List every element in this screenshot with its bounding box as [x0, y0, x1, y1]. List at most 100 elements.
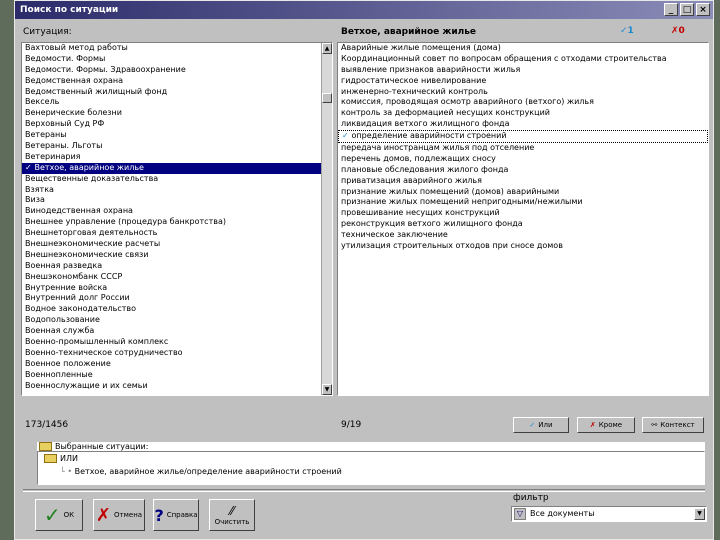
subsituation-list-item[interactable]: ✓ определение аварийности строений [338, 130, 708, 144]
situation-list[interactable]: Вахтовый метод работы Ведомости. Формы Вед… [21, 42, 333, 396]
situation-list-item[interactable]: Виза [22, 195, 321, 206]
subsituation-list[interactable]: Аварийные жилые помещения (дома) Координа… [337, 42, 709, 396]
situation-list-item-label: Водное законодательство [25, 304, 137, 314]
situation-list-item-label: Вещественные доказательства [25, 173, 159, 183]
situation-list-item[interactable]: Винодедственная охрана [22, 206, 321, 217]
subsituation-list-item-label: реконструкция ветхого жилищного фонда [341, 219, 523, 229]
situation-list-item[interactable]: Ветераны. Льготы [22, 141, 321, 152]
situation-list-item-label: Внешэкономбанк СССР [25, 271, 123, 281]
excluded-count[interactable]: ✗0 [671, 26, 685, 36]
situation-list-item[interactable]: Венерические болезни [22, 108, 321, 119]
chevron-down-icon[interactable]: ▼ [694, 508, 705, 520]
filter-select[interactable]: ▽ Все документы ▼ [511, 506, 707, 522]
title-bar[interactable]: Поиск по ситуации _ □ × [15, 1, 713, 19]
subsituation-list-item[interactable]: Аварийные жилые помещения (дома) [338, 43, 708, 54]
situation-list-item[interactable]: Внешнеэкономические связи [22, 250, 321, 261]
check-icon: ✓ [529, 421, 536, 429]
situation-list-item[interactable]: Ветераны [22, 130, 321, 141]
situation-list-item[interactable]: Ведомости. Формы. Здравоохранение [22, 65, 321, 76]
situation-list-item-label: Военная разведка [25, 260, 103, 270]
situation-list-item[interactable]: Вексель [22, 97, 321, 108]
situation-list-item[interactable]: Ведомственная охрана [22, 76, 321, 87]
subsituation-list-item[interactable]: приватизация аварийного жилья [338, 176, 708, 187]
subsituation-list-item-label: ликвидация ветхого жилищного фонда [341, 119, 510, 129]
situation-list-item[interactable]: Ведомственный жилищный фонд [22, 87, 321, 98]
folder-icon [44, 454, 57, 463]
subsituation-list-item[interactable]: реконструкция ветхого жилищного фонда [338, 219, 708, 230]
or-button[interactable]: ✓ Или [513, 417, 569, 433]
clear-button[interactable]: ⁄⁄ Очистить [209, 499, 255, 531]
subsituation-list-item[interactable]: признание жилых помещений (домов) аварий… [338, 187, 708, 198]
situation-list-item[interactable]: Внешнеторговая деятельность [22, 228, 321, 239]
or-node[interactable]: ИЛИ [44, 454, 78, 463]
situation-list-item[interactable]: Военнопленные [22, 370, 321, 381]
situation-list-item[interactable]: Водное законодательство [22, 304, 321, 315]
checked-count[interactable]: ✓1 [620, 26, 634, 36]
situation-list-item[interactable]: Военно-техническое сотрудничество [22, 348, 321, 359]
subsituation-list-item[interactable]: инженерно-технический контроль [338, 87, 708, 98]
situation-list-item-label: Верховный Суд РФ [25, 119, 105, 129]
selected-entry[interactable]: └ • Ветхое, аварийное жилье/определение … [60, 467, 342, 476]
subsituation-list-item[interactable]: плановые обследования жилого фонда [338, 165, 708, 176]
cross-icon: ✗ [671, 26, 679, 36]
subsituation-list-item[interactable]: провешивание несущих конструкций [338, 208, 708, 219]
situation-list-item[interactable]: Взятка [22, 185, 321, 196]
situation-list-scrollbar[interactable]: ▲ ▼ [321, 43, 332, 395]
maximize-button[interactable]: □ [680, 3, 694, 16]
subsituation-list-item[interactable]: ликвидация ветхого жилищного фонда [338, 119, 708, 130]
window-title: Поиск по ситуации [20, 5, 119, 15]
context-button[interactable]: ⚯ Контекст [642, 417, 704, 433]
situation-list-item-label: Вахтовый метод работы [25, 43, 128, 52]
help-button[interactable]: ? Справка [153, 499, 199, 531]
subsituation-list-item[interactable]: техническое заключение [338, 230, 708, 241]
situation-list-item[interactable]: Вещественные доказательства [22, 174, 321, 185]
scroll-up-arrow[interactable]: ▲ [322, 43, 332, 54]
situation-list-item-label: Военнопленные [25, 369, 93, 379]
subsituation-list-item[interactable]: передача иностранцам жилья под отселение [338, 143, 708, 154]
subsituation-list-item[interactable]: комиссия, проводящая осмотр аварийного (… [338, 97, 708, 108]
scroll-down-arrow[interactable]: ▼ [322, 384, 332, 395]
eraser-icon: ⁄⁄ [229, 504, 234, 518]
situation-list-item[interactable]: ✓ Ветхое, аварийное жилье [22, 162, 321, 174]
cancel-button[interactable]: ✗ Отмена [93, 499, 145, 531]
subsituation-list-item[interactable]: гидростатическое нивелирование [338, 76, 708, 87]
except-button[interactable]: ✗ Кроме [577, 417, 635, 433]
situation-list-item[interactable]: Ветеринария [22, 152, 321, 163]
situation-list-item[interactable]: Внешэкономбанк СССР [22, 272, 321, 283]
filter-funnel-icon: ▽ [514, 508, 526, 520]
situation-list-item[interactable]: Внешнее управление (процедура банкротств… [22, 217, 321, 228]
subsituation-list-item[interactable]: контроль за деформацией несущих конструк… [338, 108, 708, 119]
situation-list-item-label: Водопользование [25, 315, 100, 325]
subsituation-list-item[interactable]: утилизация строительных отходов при снос… [338, 241, 708, 252]
situation-list-item-label: Внешнее управление (процедура банкротств… [25, 217, 226, 227]
situation-list-item[interactable]: Внутренние войска [22, 283, 321, 294]
situation-list-item[interactable]: Военная разведка [22, 261, 321, 272]
situation-list-item[interactable]: Ведомости. Формы [22, 54, 321, 65]
subsituation-list-item[interactable]: Координационный совет по вопросам обраще… [338, 54, 708, 65]
situation-list-item[interactable]: Верховный Суд РФ [22, 119, 321, 130]
subsituation-list-item[interactable]: перечень домов, подлежащих сносу [338, 154, 708, 165]
situation-list-item[interactable]: Военная служба [22, 326, 321, 337]
subsituation-list-item-label: инженерно-технический контроль [341, 86, 488, 96]
subsituation-list-item[interactable]: выявление признаков аварийности жилья [338, 65, 708, 76]
situation-list-item[interactable]: Военное положение [22, 359, 321, 370]
situation-list-item[interactable]: Военно-промышленный комплекс [22, 337, 321, 348]
situation-list-item[interactable]: Внутренний долг России [22, 293, 321, 304]
checkmark-icon: ✓ [620, 26, 628, 36]
situation-list-item-label: Военно-промышленный комплекс [25, 337, 169, 347]
situation-list-item-label: Ведомости. Формы [25, 53, 106, 63]
subsituation-list-item[interactable]: признание жилых помещений непригодными/н… [338, 197, 708, 208]
ok-button[interactable]: ✓ ОК [35, 499, 83, 531]
situation-list-item-label: Внутренние войска [25, 282, 108, 292]
selected-situations-tree[interactable]: ИЛИ └ • Ветхое, аварийное жилье/определе… [37, 451, 705, 485]
situation-list-item[interactable]: Водопользование [22, 315, 321, 326]
close-button[interactable]: × [696, 3, 710, 16]
minimize-button[interactable]: _ [664, 3, 678, 16]
scroll-thumb[interactable] [322, 93, 332, 103]
subsituation-list-item-label: контроль за деформацией несущих конструк… [341, 108, 550, 118]
subsituation-list-item-label: определение аварийности строений [351, 131, 507, 141]
situation-list-item[interactable]: Военнослужащие и их семьи [22, 381, 321, 392]
situation-list-item[interactable]: Вахтовый метод работы [22, 43, 321, 54]
tree-branch-icon: └ • [60, 467, 75, 476]
situation-list-item[interactable]: Внешнеэкономические расчеты [22, 239, 321, 250]
